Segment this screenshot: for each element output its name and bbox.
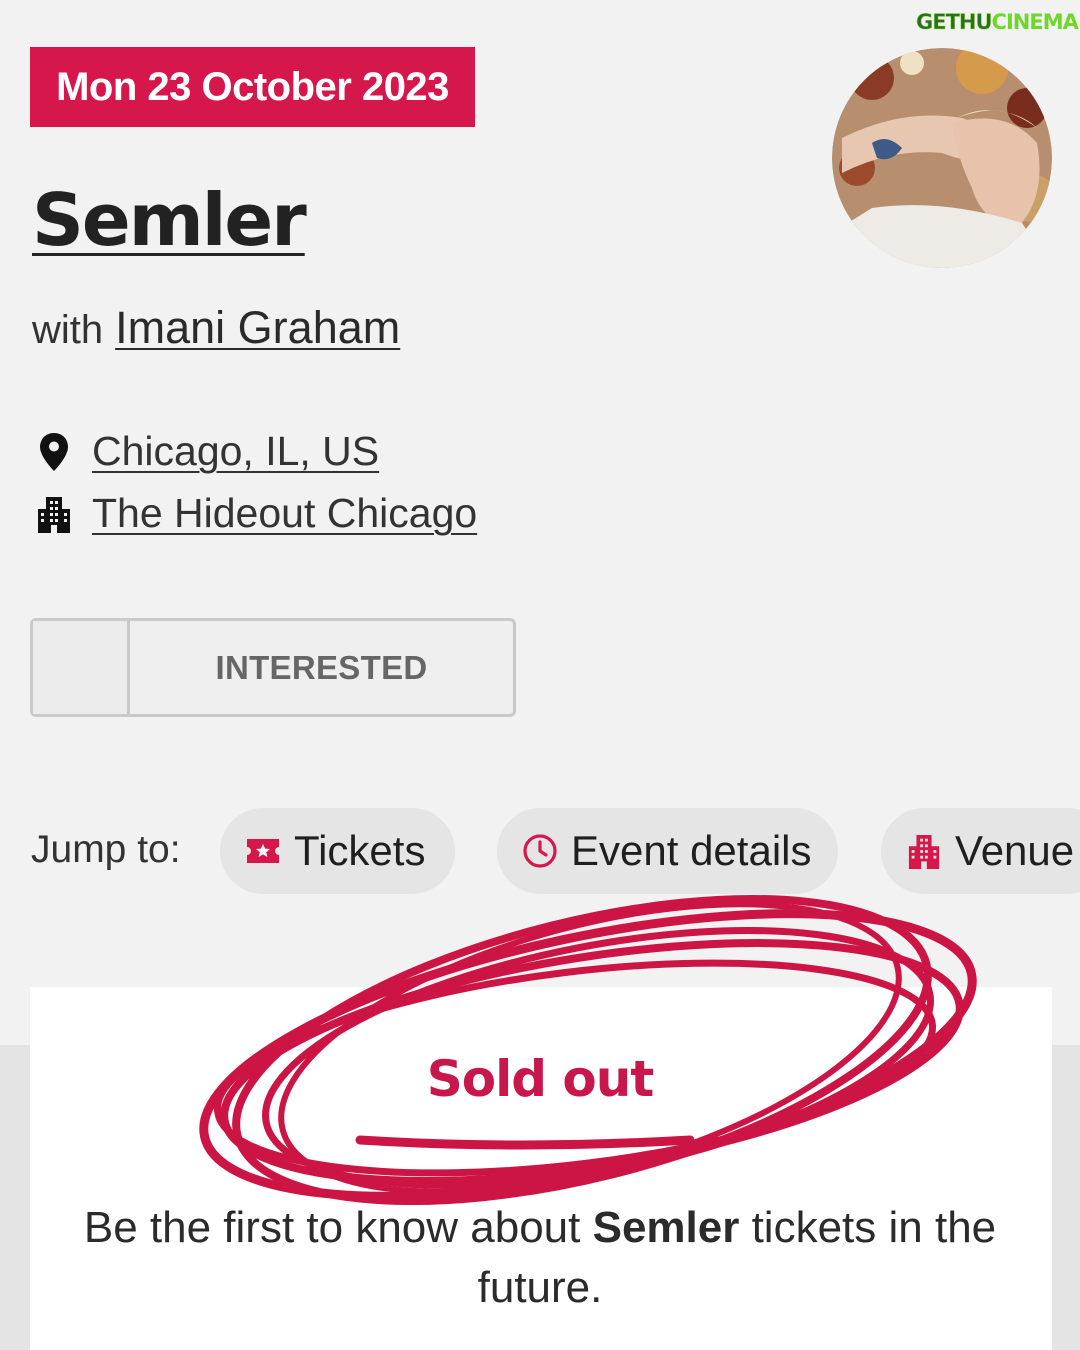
jump-tickets-label: Tickets: [294, 827, 426, 874]
watermark-part-1: GETHU: [916, 10, 993, 35]
watermark-logo: GETHU CINEMA: [916, 6, 1079, 38]
notify-message: Be the first to know about Semler ticket…: [60, 1198, 1020, 1318]
location-link[interactable]: Chicago, IL, US: [92, 428, 379, 475]
event-date-badge: Mon 23 October 2023: [30, 47, 475, 127]
venue-row: The Hideout Chicago: [34, 490, 477, 537]
interested-button[interactable]: INTERESTED: [30, 618, 516, 717]
jump-event-details-button[interactable]: Event details: [497, 808, 838, 894]
building-icon: [34, 492, 74, 536]
interested-label: INTERESTED: [215, 648, 428, 686]
venue-link[interactable]: The Hideout Chicago: [92, 490, 477, 537]
support-artist-link[interactable]: Imani Graham: [115, 302, 400, 353]
watermark-part-2: CINEMA: [991, 10, 1079, 34]
jump-to-label: Jump to:: [31, 828, 181, 871]
jump-event-details-label: Event details: [571, 827, 812, 874]
notify-message-artist: Semler: [592, 1203, 740, 1252]
artist-avatar: [832, 48, 1052, 268]
interested-checkbox[interactable]: [33, 621, 130, 714]
building-icon: [905, 832, 943, 870]
jump-tickets-button[interactable]: Tickets: [220, 808, 455, 894]
location-row: Chicago, IL, US: [34, 428, 379, 475]
sold-out-heading: Sold out: [426, 1050, 655, 1108]
clock-icon: [521, 832, 559, 870]
notify-message-before: Be the first to know about: [83, 1203, 593, 1252]
support-line: with Imani Graham: [32, 302, 400, 354]
artist-name-link[interactable]: Semler: [32, 178, 307, 262]
jump-venue-button[interactable]: Venue: [881, 808, 1080, 894]
jump-venue-label: Venue: [955, 827, 1075, 874]
support-prefix: with: [32, 308, 104, 352]
map-pin-icon: [34, 430, 74, 474]
ticket-icon: [244, 832, 282, 870]
